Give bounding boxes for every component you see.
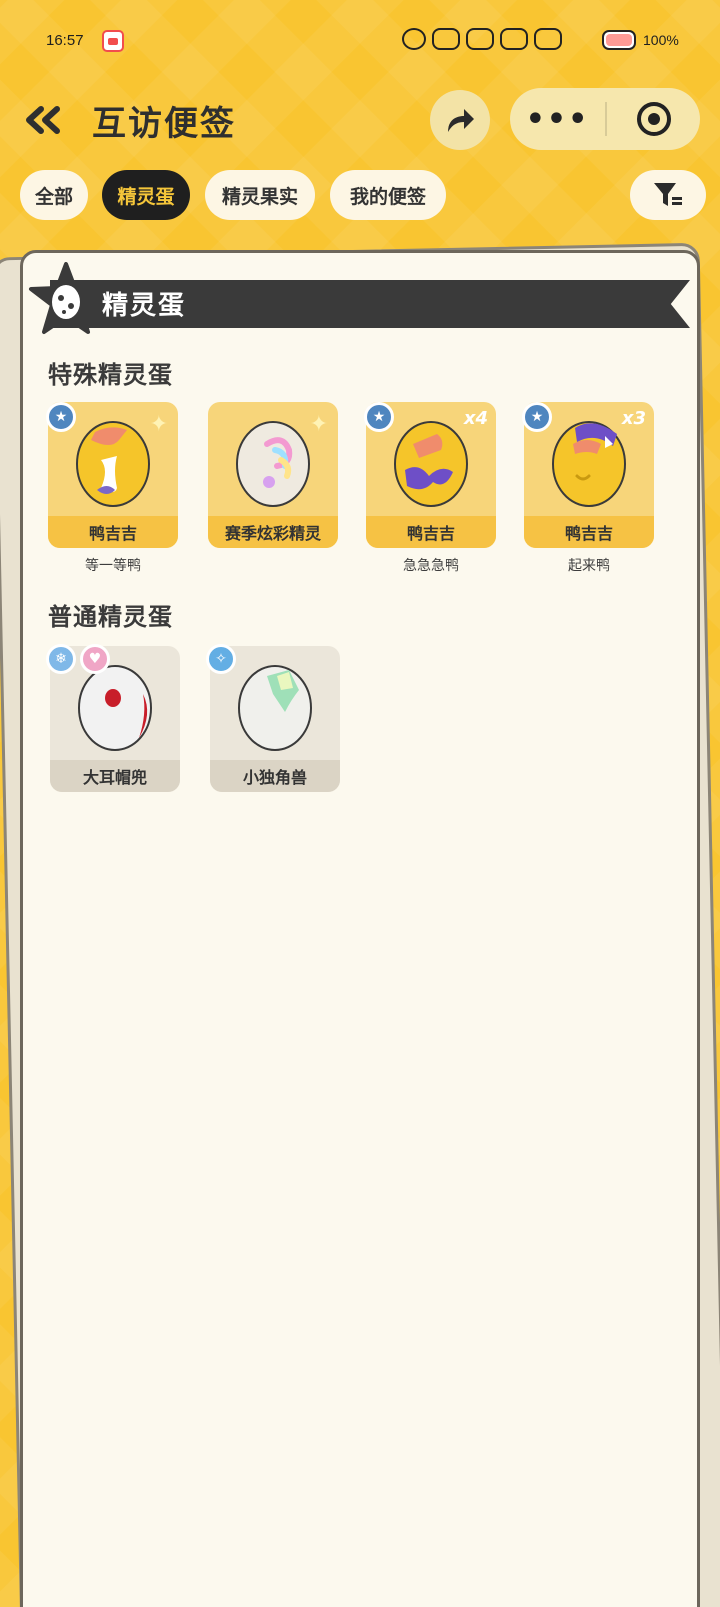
egg-card-season-colorful[interactable]: ✦ 赛季炫彩精灵 (208, 402, 338, 548)
close-button[interactable] (607, 88, 700, 150)
tab-my-notes[interactable]: 我的便签 (330, 170, 446, 220)
status-time: 16:57 (46, 32, 84, 49)
filter-button[interactable] (630, 170, 706, 220)
egg-subtitle: 起来鸭 (568, 558, 610, 574)
yajiji-egg-icon (394, 421, 468, 507)
mini-program-capsule: ••• (510, 88, 700, 150)
page-title: 互访便签 (92, 104, 236, 144)
season-colorful-egg-icon (236, 421, 310, 507)
target-ring-icon (636, 102, 671, 136)
normal-section-title: 普通精灵蛋 (48, 603, 173, 631)
tab-spirit-egg[interactable]: 精灵蛋 (102, 170, 190, 220)
special-section-title: 特殊精灵蛋 (48, 361, 173, 389)
battery-percent: 100% (643, 32, 679, 48)
battery-icon (602, 30, 636, 50)
tab-spirit-fruit[interactable]: 精灵果实 (205, 170, 315, 220)
star-badge-icon: ★ (46, 402, 76, 432)
tab-all[interactable]: 全部 (20, 170, 88, 220)
egg-name: 小独角兽 (210, 760, 340, 792)
share-arrow-icon (448, 109, 474, 132)
little-unicorn-egg-icon (238, 665, 312, 751)
star-badge-icon: ★ (522, 402, 552, 432)
yajiji-egg-icon (552, 421, 626, 507)
egg-subtitle: 等一等鸭 (85, 558, 141, 574)
back-button[interactable] (22, 100, 66, 140)
egg-name: 赛季炫彩精灵 (208, 516, 338, 548)
heart-badge-icon: ♥ (80, 644, 110, 674)
app-notification-icon (102, 30, 124, 52)
egg-name: 大耳帽兜 (50, 760, 180, 792)
egg-subtitle: 急急急鸭 (403, 558, 459, 574)
water-badge-icon: ✧ (206, 644, 236, 674)
egg-name: 鸭吉吉 (48, 516, 178, 548)
egg-name: 鸭吉吉 (366, 516, 496, 548)
signal-icon (534, 28, 562, 50)
notification-icon (466, 28, 494, 50)
alarm-icon (402, 28, 426, 50)
notification-icon (500, 28, 528, 50)
yajiji-egg-icon (76, 421, 150, 507)
double-chevron-left-icon (26, 106, 60, 134)
more-button[interactable]: ••• (510, 88, 605, 150)
notification-icon (432, 28, 460, 50)
status-icons (402, 28, 562, 50)
ice-badge-icon: ❄ (46, 644, 76, 674)
star-badge-icon: ★ (364, 402, 394, 432)
egg-name: 鸭吉吉 (524, 516, 654, 548)
status-bar: 16:57 100% (0, 0, 720, 80)
banner-title: 精灵蛋 (102, 291, 187, 321)
filter-funnel-icon (654, 183, 682, 206)
star-egg-icon (29, 262, 103, 334)
share-button[interactable] (430, 90, 490, 150)
